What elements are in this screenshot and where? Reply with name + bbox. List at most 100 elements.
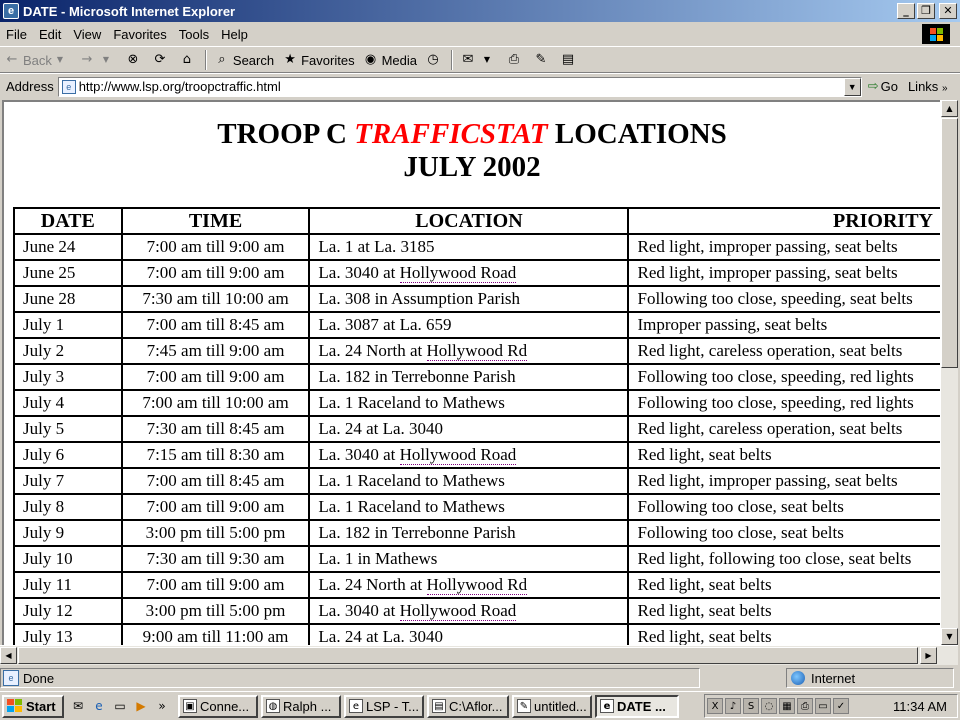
windows-flag-icon xyxy=(7,699,23,713)
scroll-up-button[interactable]: ▲ xyxy=(941,100,958,117)
smart-tag-text[interactable]: Hollywood Rd xyxy=(426,341,528,361)
task-date[interactable]: e DATE ... xyxy=(595,694,679,718)
history-button[interactable]: ◷ xyxy=(421,52,448,68)
monitor-icon[interactable]: ▭ xyxy=(815,698,831,714)
cell-location: La. 1 Raceland to Mathews xyxy=(308,389,630,417)
cell-location: La. 24 at La. 3040 xyxy=(308,415,630,443)
refresh-button[interactable]: ⟳ xyxy=(148,52,175,68)
cell-location: La. 1 in Mathews xyxy=(308,545,630,573)
mail-button[interactable]: ✉ ▼ xyxy=(456,52,502,68)
horizontal-scrollbar[interactable]: ◀ ▶ xyxy=(0,645,958,665)
page-heading: TROOP C TRAFFICSTAT LOCATIONS xyxy=(4,118,940,151)
heading-suffix: LOCATIONS xyxy=(547,118,727,150)
cell-date: June 24 xyxy=(13,233,123,261)
media-player-icon[interactable]: ▶ xyxy=(133,698,149,714)
cell-priority: Following too close, seat belts xyxy=(627,493,940,521)
cell-priority: Red light, seat belts xyxy=(627,571,940,599)
printer-icon[interactable]: ⎙ xyxy=(797,698,813,714)
task-ralph[interactable]: ◍ Ralph ... xyxy=(261,694,341,718)
discuss-button[interactable]: ▤ xyxy=(556,52,583,68)
chevron-down-icon: ▼ xyxy=(56,55,63,64)
ie-quicklaunch-icon[interactable]: e xyxy=(91,698,107,714)
stop-button[interactable]: ⊗ xyxy=(121,52,148,68)
vertical-scroll-thumb[interactable] xyxy=(941,118,958,368)
edit-button[interactable]: ✎ xyxy=(529,52,556,68)
cell-date: July 11 xyxy=(13,571,123,599)
menu-file[interactable]: File xyxy=(0,27,33,42)
cell-location: La. 3040 at Hollywood Road xyxy=(308,259,630,287)
tray-app-icon[interactable]: S xyxy=(743,698,759,714)
taskbar: Start ✉ e ▭ ▶ » ▣ Conne... ◍ Ralph ... e LS… xyxy=(0,691,960,720)
start-button[interactable]: Start xyxy=(2,694,64,718)
close-button[interactable]: ✕ xyxy=(939,3,957,19)
desktop-icon[interactable]: ▭ xyxy=(112,698,128,714)
cell-time: 7:00 am till 8:45 am xyxy=(120,311,311,339)
folder-icon: ▤ xyxy=(432,699,446,713)
clock[interactable]: 11:34 AM xyxy=(893,699,947,714)
task-label: untitled... xyxy=(534,698,587,714)
menu-edit[interactable]: Edit xyxy=(33,27,67,42)
address-input[interactable]: e http://www.lsp.org/troopctraffic.html … xyxy=(57,76,862,97)
address-url: http://www.lsp.org/troopctraffic.html xyxy=(78,79,281,94)
minimize-button[interactable]: _ xyxy=(897,3,915,19)
search-button[interactable]: ⌕ Search xyxy=(210,52,278,68)
scroll-left-button[interactable]: ◀ xyxy=(0,647,17,664)
cell-priority: Red light, seat belts xyxy=(627,441,940,469)
menu-tools[interactable]: Tools xyxy=(173,27,215,42)
table-row: July 9 3:00 pm till 5:00 pm La. 182 in Ter… xyxy=(13,519,940,547)
horizontal-scroll-thumb[interactable] xyxy=(18,647,918,664)
volume-icon[interactable]: ♪ xyxy=(725,698,741,714)
media-button[interactable]: ◉ Media xyxy=(359,52,421,68)
back-button[interactable]: ← Back ▼ xyxy=(0,52,75,68)
task-connect[interactable]: ▣ Conne... xyxy=(178,694,258,718)
header-time: TIME xyxy=(120,207,311,235)
forward-button[interactable]: → ▼ xyxy=(75,52,121,68)
menu-bar: File Edit View Favorites Tools Help xyxy=(0,22,960,47)
antivirus-icon[interactable]: ✓ xyxy=(833,698,849,714)
tray-app-icon[interactable]: ◌ xyxy=(761,698,777,714)
task-label: C:\Aflor... xyxy=(449,698,503,714)
table-body: June 24 7:00 am till 9:00 am La. 1 at La. … xyxy=(13,233,940,645)
address-dropdown-button[interactable]: ▼ xyxy=(843,77,861,96)
task-explorer[interactable]: ▤ C:\Aflor... xyxy=(427,694,509,718)
home-button[interactable]: ⌂ xyxy=(175,52,202,68)
chevron-right-icon[interactable]: » xyxy=(154,698,170,714)
favorites-button[interactable]: ★ Favorites xyxy=(278,52,358,68)
network-icon[interactable]: ▦ xyxy=(779,698,795,714)
table-row: July 10 7:30 am till 9:30 am La. 1 in Math… xyxy=(13,545,940,573)
cell-date: June 25 xyxy=(13,259,123,287)
task-untitled[interactable]: ✎ untitled... xyxy=(512,694,592,718)
cell-priority: Red light, improper passing, seat belts xyxy=(627,233,940,261)
table-row: June 28 7:30 am till 10:00 am La. 308 in A… xyxy=(13,285,940,313)
table-row: July 1 7:00 am till 8:45 am La. 3087 at La… xyxy=(13,311,940,339)
smart-tag-text[interactable]: Hollywood Rd xyxy=(426,575,528,595)
ie-icon[interactable]: e xyxy=(3,3,19,19)
scroll-right-button[interactable]: ▶ xyxy=(920,647,937,664)
smart-tag-text[interactable]: Hollywood Road xyxy=(399,601,517,621)
table-row: June 24 7:00 am till 9:00 am La. 1 at La. … xyxy=(13,233,940,261)
smart-tag-text[interactable]: Hollywood Road xyxy=(399,263,517,283)
print-button[interactable]: ⎙ xyxy=(502,52,529,68)
cell-location: La. 308 in Assumption Parish xyxy=(308,285,630,313)
cell-time: 7:15 am till 8:30 am xyxy=(120,441,311,469)
vertical-scrollbar[interactable]: ▲ ▼ xyxy=(940,100,958,645)
discuss-icon: ▤ xyxy=(561,52,575,67)
restore-button[interactable]: ❐ xyxy=(917,3,935,19)
menu-view[interactable]: View xyxy=(67,27,107,42)
cell-time: 7:00 am till 8:45 am xyxy=(120,467,311,495)
security-zone: Internet xyxy=(786,668,954,688)
scroll-down-button[interactable]: ▼ xyxy=(941,628,958,645)
task-lsp[interactable]: e LSP - T... xyxy=(344,694,424,718)
table-row: July 11 7:00 am till 9:00 am La. 24 North … xyxy=(13,571,940,599)
links-button[interactable]: Links » xyxy=(908,79,948,94)
menu-favorites[interactable]: Favorites xyxy=(107,27,172,42)
cell-location: La. 3040 at Hollywood Road xyxy=(308,597,630,625)
quick-launch: ✉ e ▭ ▶ » xyxy=(70,698,175,714)
excel-icon[interactable]: X xyxy=(707,698,723,714)
menu-help[interactable]: Help xyxy=(215,27,254,42)
smart-tag-text[interactable]: Hollywood Road xyxy=(399,445,517,465)
go-button[interactable]: ⇨ Go xyxy=(868,79,898,94)
outlook-icon[interactable]: ✉ xyxy=(70,698,86,714)
refresh-icon: ⟳ xyxy=(154,52,166,67)
cell-priority: Following too close, speeding, red light… xyxy=(627,363,940,391)
